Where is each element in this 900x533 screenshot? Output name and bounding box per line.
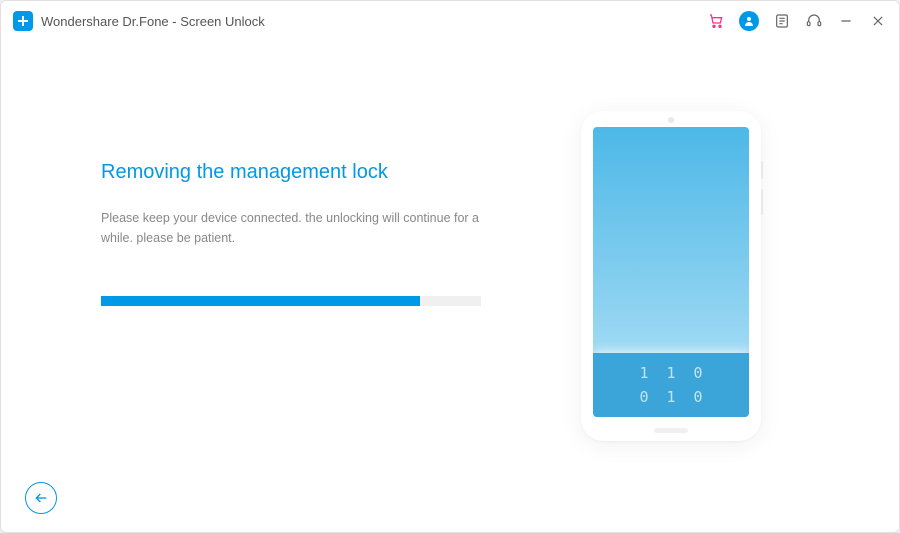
- progress-bar: [101, 296, 481, 306]
- back-button[interactable]: [25, 482, 57, 514]
- keypad-row: 010: [639, 385, 720, 409]
- phone-illustration: 110 010: [581, 111, 761, 441]
- status-pane: Removing the management lock Please keep…: [101, 101, 541, 532]
- content-area: Removing the management lock Please keep…: [1, 41, 899, 532]
- phone-side-button-icon: [761, 189, 763, 215]
- titlebar-right: [707, 11, 887, 31]
- arrow-left-icon: [33, 490, 49, 506]
- phone-side-button-icon: [761, 161, 763, 179]
- titlebar-left: Wondershare Dr.Fone - Screen Unlock: [13, 11, 265, 31]
- titlebar: Wondershare Dr.Fone - Screen Unlock: [1, 1, 899, 41]
- close-button[interactable]: [869, 12, 887, 30]
- phone-keypad: 110 010: [593, 353, 749, 417]
- feedback-icon[interactable]: [773, 12, 791, 30]
- minimize-button[interactable]: [837, 12, 855, 30]
- progress-fill: [101, 296, 420, 306]
- keypad-row: 110: [639, 361, 720, 385]
- app-logo-icon: [13, 11, 33, 31]
- phone-screen: 110 010: [593, 127, 749, 417]
- account-icon[interactable]: [739, 11, 759, 31]
- status-subtext: Please keep your device connected. the u…: [101, 208, 501, 248]
- support-icon[interactable]: [805, 12, 823, 30]
- cart-icon[interactable]: [707, 12, 725, 30]
- app-window: Wondershare Dr.Fone - Screen Unlock: [0, 0, 900, 533]
- illustration-pane: 110 010: [541, 101, 801, 532]
- status-heading: Removing the management lock: [101, 161, 541, 184]
- app-title: Wondershare Dr.Fone - Screen Unlock: [41, 14, 265, 29]
